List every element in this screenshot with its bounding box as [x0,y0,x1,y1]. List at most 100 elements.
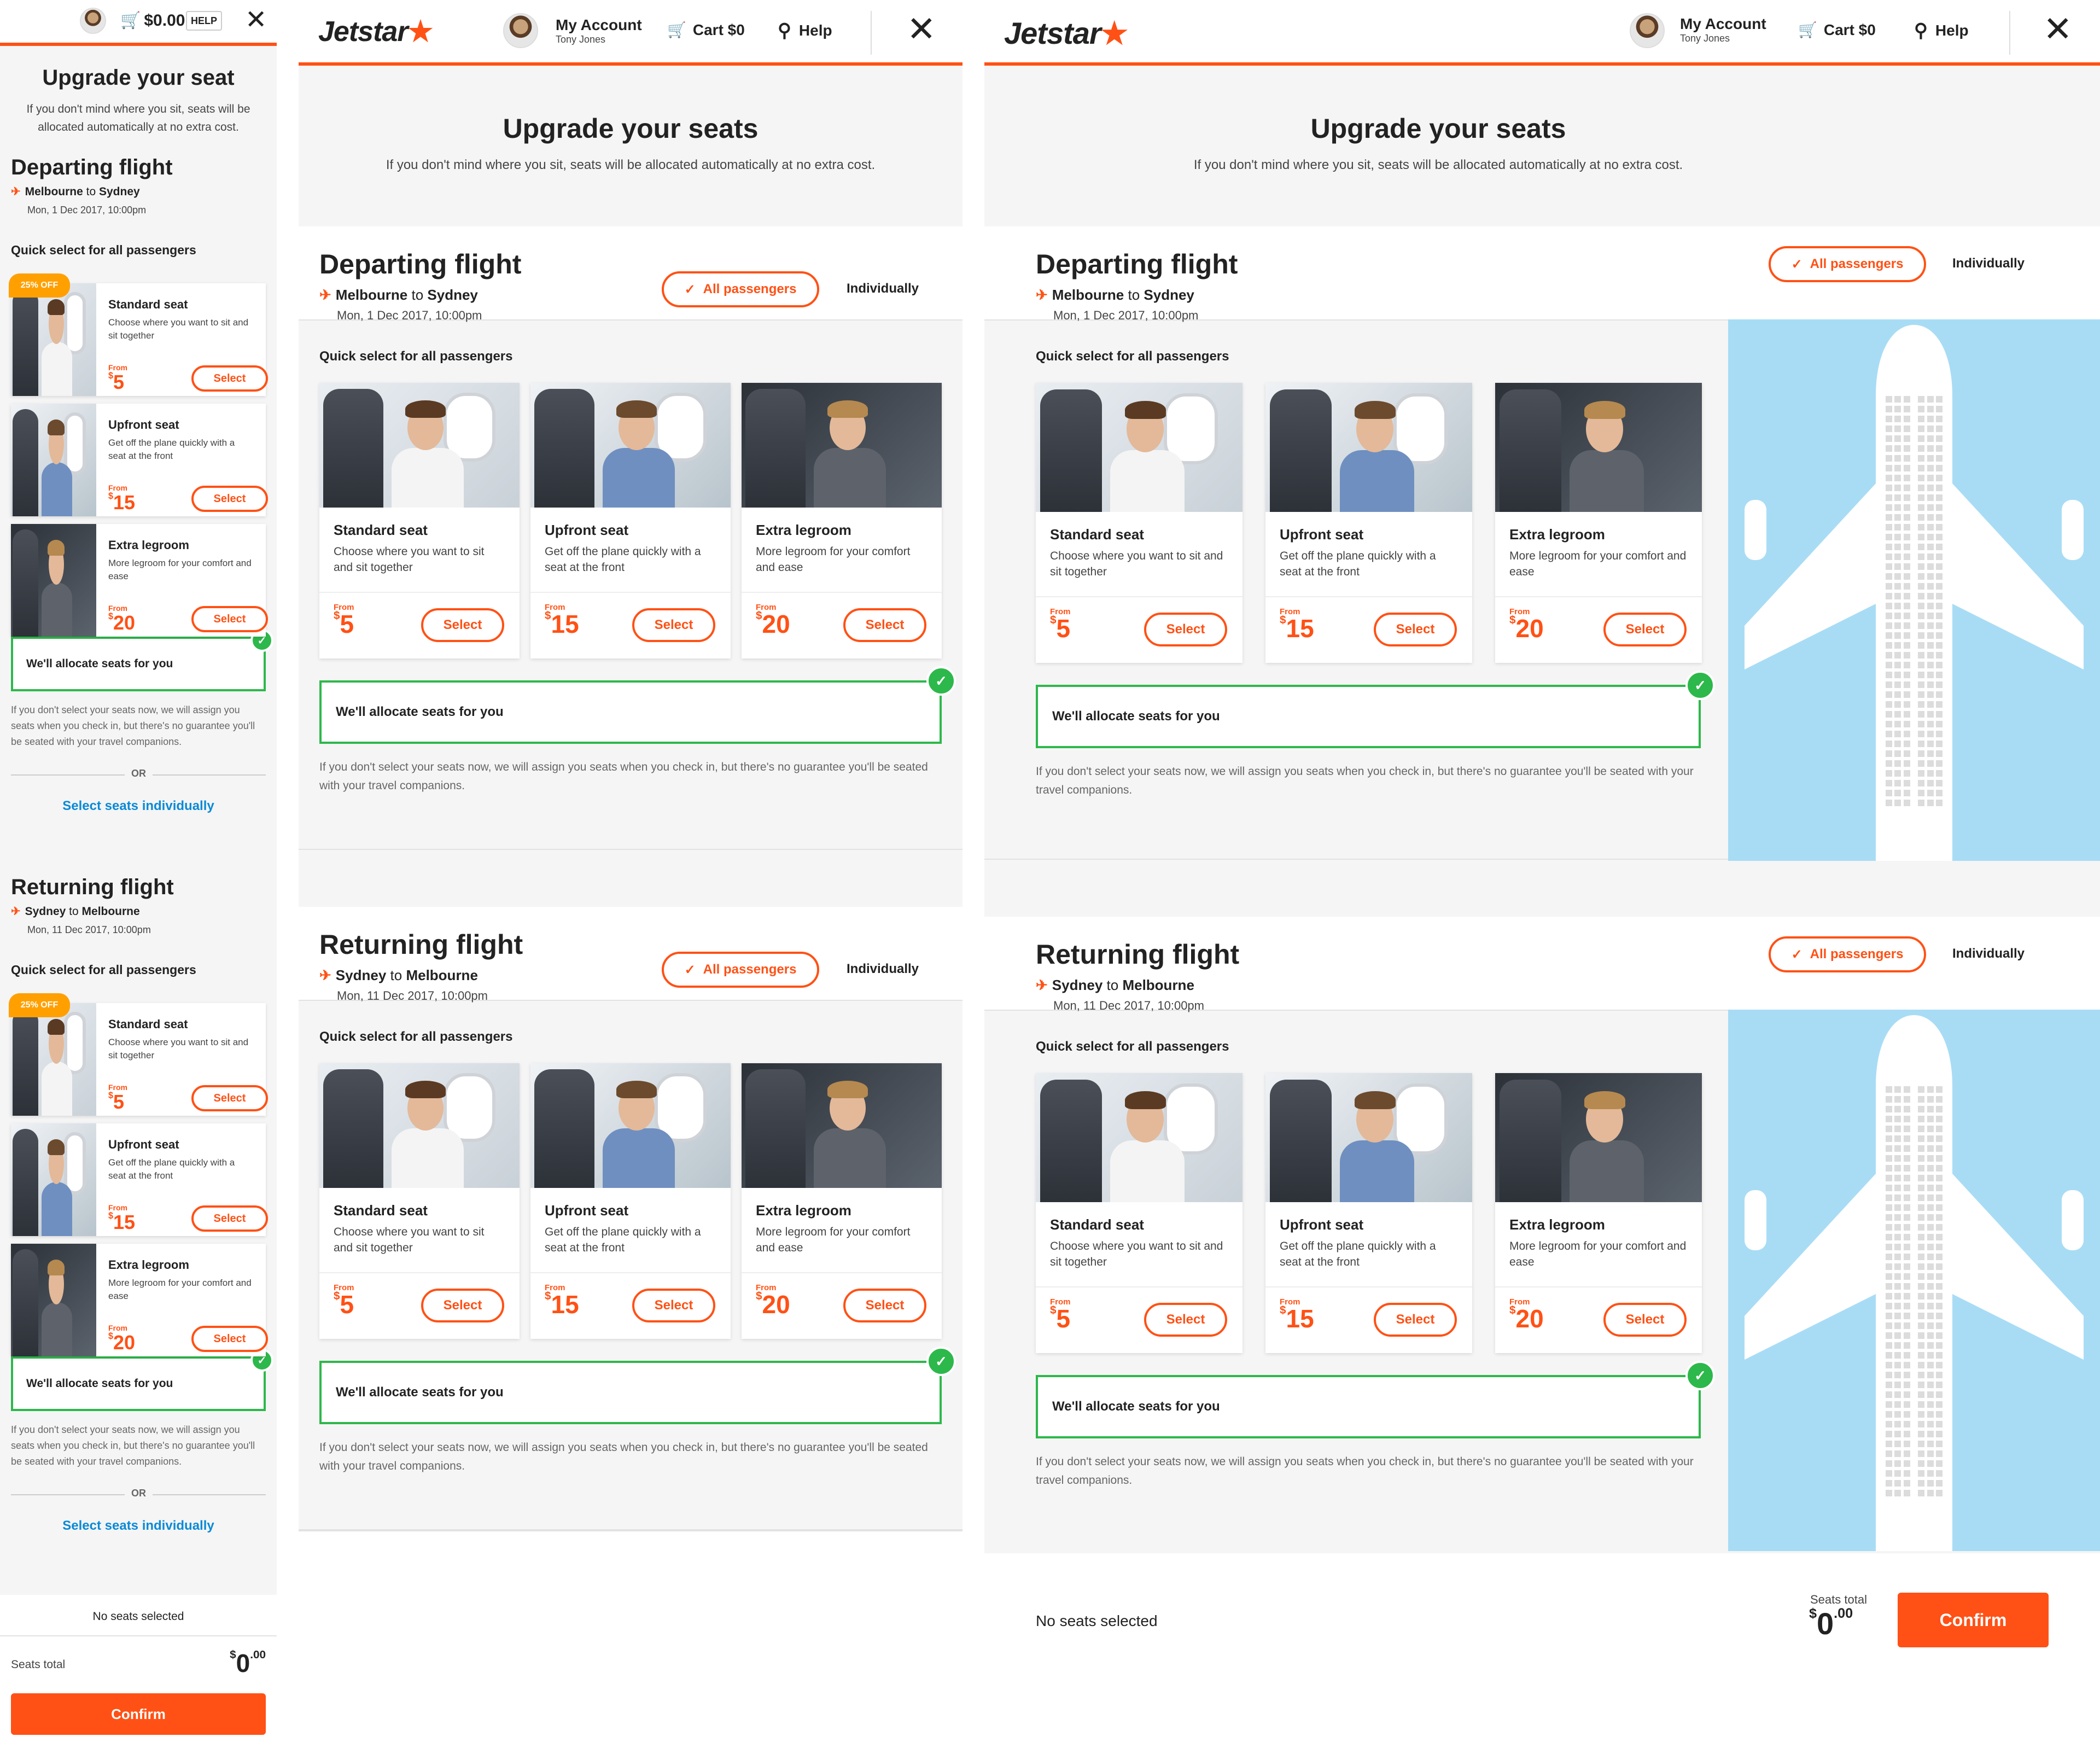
seat[interactable] [1886,1175,1892,1181]
seat[interactable] [1927,1283,1934,1290]
seat[interactable] [1927,1431,1934,1437]
seat[interactable] [1886,465,1892,471]
seat[interactable] [1935,1234,1942,1240]
select-button[interactable]: Select [632,1289,715,1322]
seat[interactable] [1927,573,1934,580]
seat[interactable] [1894,504,1901,511]
seat[interactable] [1935,1185,1942,1191]
seat[interactable] [1894,1401,1901,1408]
seat[interactable] [1894,672,1901,678]
seat[interactable] [1894,1372,1901,1378]
seat-option-card[interactable]: Standard seat Choose where you want to si… [11,1003,268,1116]
seat[interactable] [1935,1086,1942,1093]
seat[interactable] [1886,603,1892,609]
seat[interactable] [1903,770,1910,777]
seat-option-card[interactable]: Standard seat Choose where you want to si… [1036,1073,1242,1353]
seat[interactable] [1935,731,1942,737]
seat[interactable] [1927,504,1934,511]
seat[interactable] [1886,1342,1892,1349]
seat[interactable] [1886,485,1892,491]
seat[interactable] [1894,445,1901,452]
seat[interactable] [1927,1313,1934,1319]
seat[interactable] [1886,544,1892,550]
seat[interactable] [1894,741,1901,747]
seat[interactable] [1886,711,1892,718]
seat[interactable] [1886,760,1892,767]
seat[interactable] [1894,1185,1901,1191]
seat[interactable] [1918,563,1925,570]
seat[interactable] [1927,1106,1934,1112]
seat[interactable] [1927,406,1934,412]
cart-button[interactable]: 🛒 Cart $0 [667,21,745,39]
seat[interactable] [1886,416,1892,422]
seat[interactable] [1935,1244,1942,1250]
seat[interactable] [1935,1362,1942,1368]
seat[interactable] [1886,1224,1892,1231]
seat[interactable] [1903,445,1910,452]
seat[interactable] [1886,672,1892,678]
seat[interactable] [1894,603,1901,609]
jetstar-logo[interactable]: Jetstar★ [1004,15,1128,51]
seat[interactable] [1894,632,1901,639]
seat[interactable] [1935,1254,1942,1260]
individually-toggle[interactable]: Individually [1952,946,2025,962]
seat[interactable] [1903,1086,1910,1093]
seat[interactable] [1903,711,1910,718]
seat[interactable] [1927,1145,1934,1152]
seat[interactable] [1886,1194,1892,1201]
seat[interactable] [1886,741,1892,747]
seat[interactable] [1927,455,1934,462]
seat[interactable] [1894,760,1901,767]
seat[interactable] [1918,1470,1925,1477]
seat[interactable] [1894,662,1901,668]
seat[interactable] [1903,1293,1910,1300]
seat[interactable] [1903,426,1910,432]
seat[interactable] [1935,485,1942,491]
seat[interactable] [1894,514,1901,521]
seat[interactable] [1918,1362,1925,1368]
seat[interactable] [1918,1185,1925,1191]
seat[interactable] [1935,1263,1942,1270]
seat[interactable] [1918,1401,1925,1408]
select-button[interactable]: Select [191,486,268,512]
seat[interactable] [1927,1194,1934,1201]
seat[interactable] [1886,701,1892,708]
seat[interactable] [1903,524,1910,531]
seat[interactable] [1918,455,1925,462]
seat[interactable] [1935,701,1942,708]
seat[interactable] [1935,1372,1942,1378]
seat[interactable] [1918,1244,1925,1250]
seat[interactable] [1894,583,1901,590]
seat[interactable] [1894,406,1901,412]
select-individually-link[interactable]: Select seats individually [0,1518,277,1534]
select-button[interactable]: Select [1144,1303,1227,1337]
seat[interactable] [1903,1342,1910,1349]
seat[interactable] [1927,1234,1934,1240]
seat[interactable] [1927,494,1934,501]
seat[interactable] [1927,435,1934,442]
seat[interactable] [1903,1254,1910,1260]
seat[interactable] [1918,790,1925,796]
seat[interactable] [1886,1362,1892,1368]
seat[interactable] [1918,1263,1925,1270]
seat[interactable] [1886,1214,1892,1221]
seat[interactable] [1927,534,1934,540]
seat[interactable] [1903,1352,1910,1359]
seat[interactable] [1935,1214,1942,1221]
allocate-option[interactable]: We'll allocate seats for you [1036,1375,1701,1438]
seat[interactable] [1918,731,1925,737]
seat[interactable] [1903,1332,1910,1339]
seat[interactable] [1903,406,1910,412]
seat[interactable] [1927,642,1934,649]
seat[interactable] [1903,652,1910,659]
seat[interactable] [1894,1490,1901,1496]
select-button[interactable]: Select [191,365,268,392]
seat[interactable] [1935,632,1942,639]
seat[interactable] [1918,1352,1925,1359]
seat[interactable] [1918,1391,1925,1398]
seat[interactable] [1935,1145,1942,1152]
seat[interactable] [1903,465,1910,471]
seat[interactable] [1918,780,1925,786]
seat[interactable] [1903,1244,1910,1250]
seat[interactable] [1903,1165,1910,1172]
